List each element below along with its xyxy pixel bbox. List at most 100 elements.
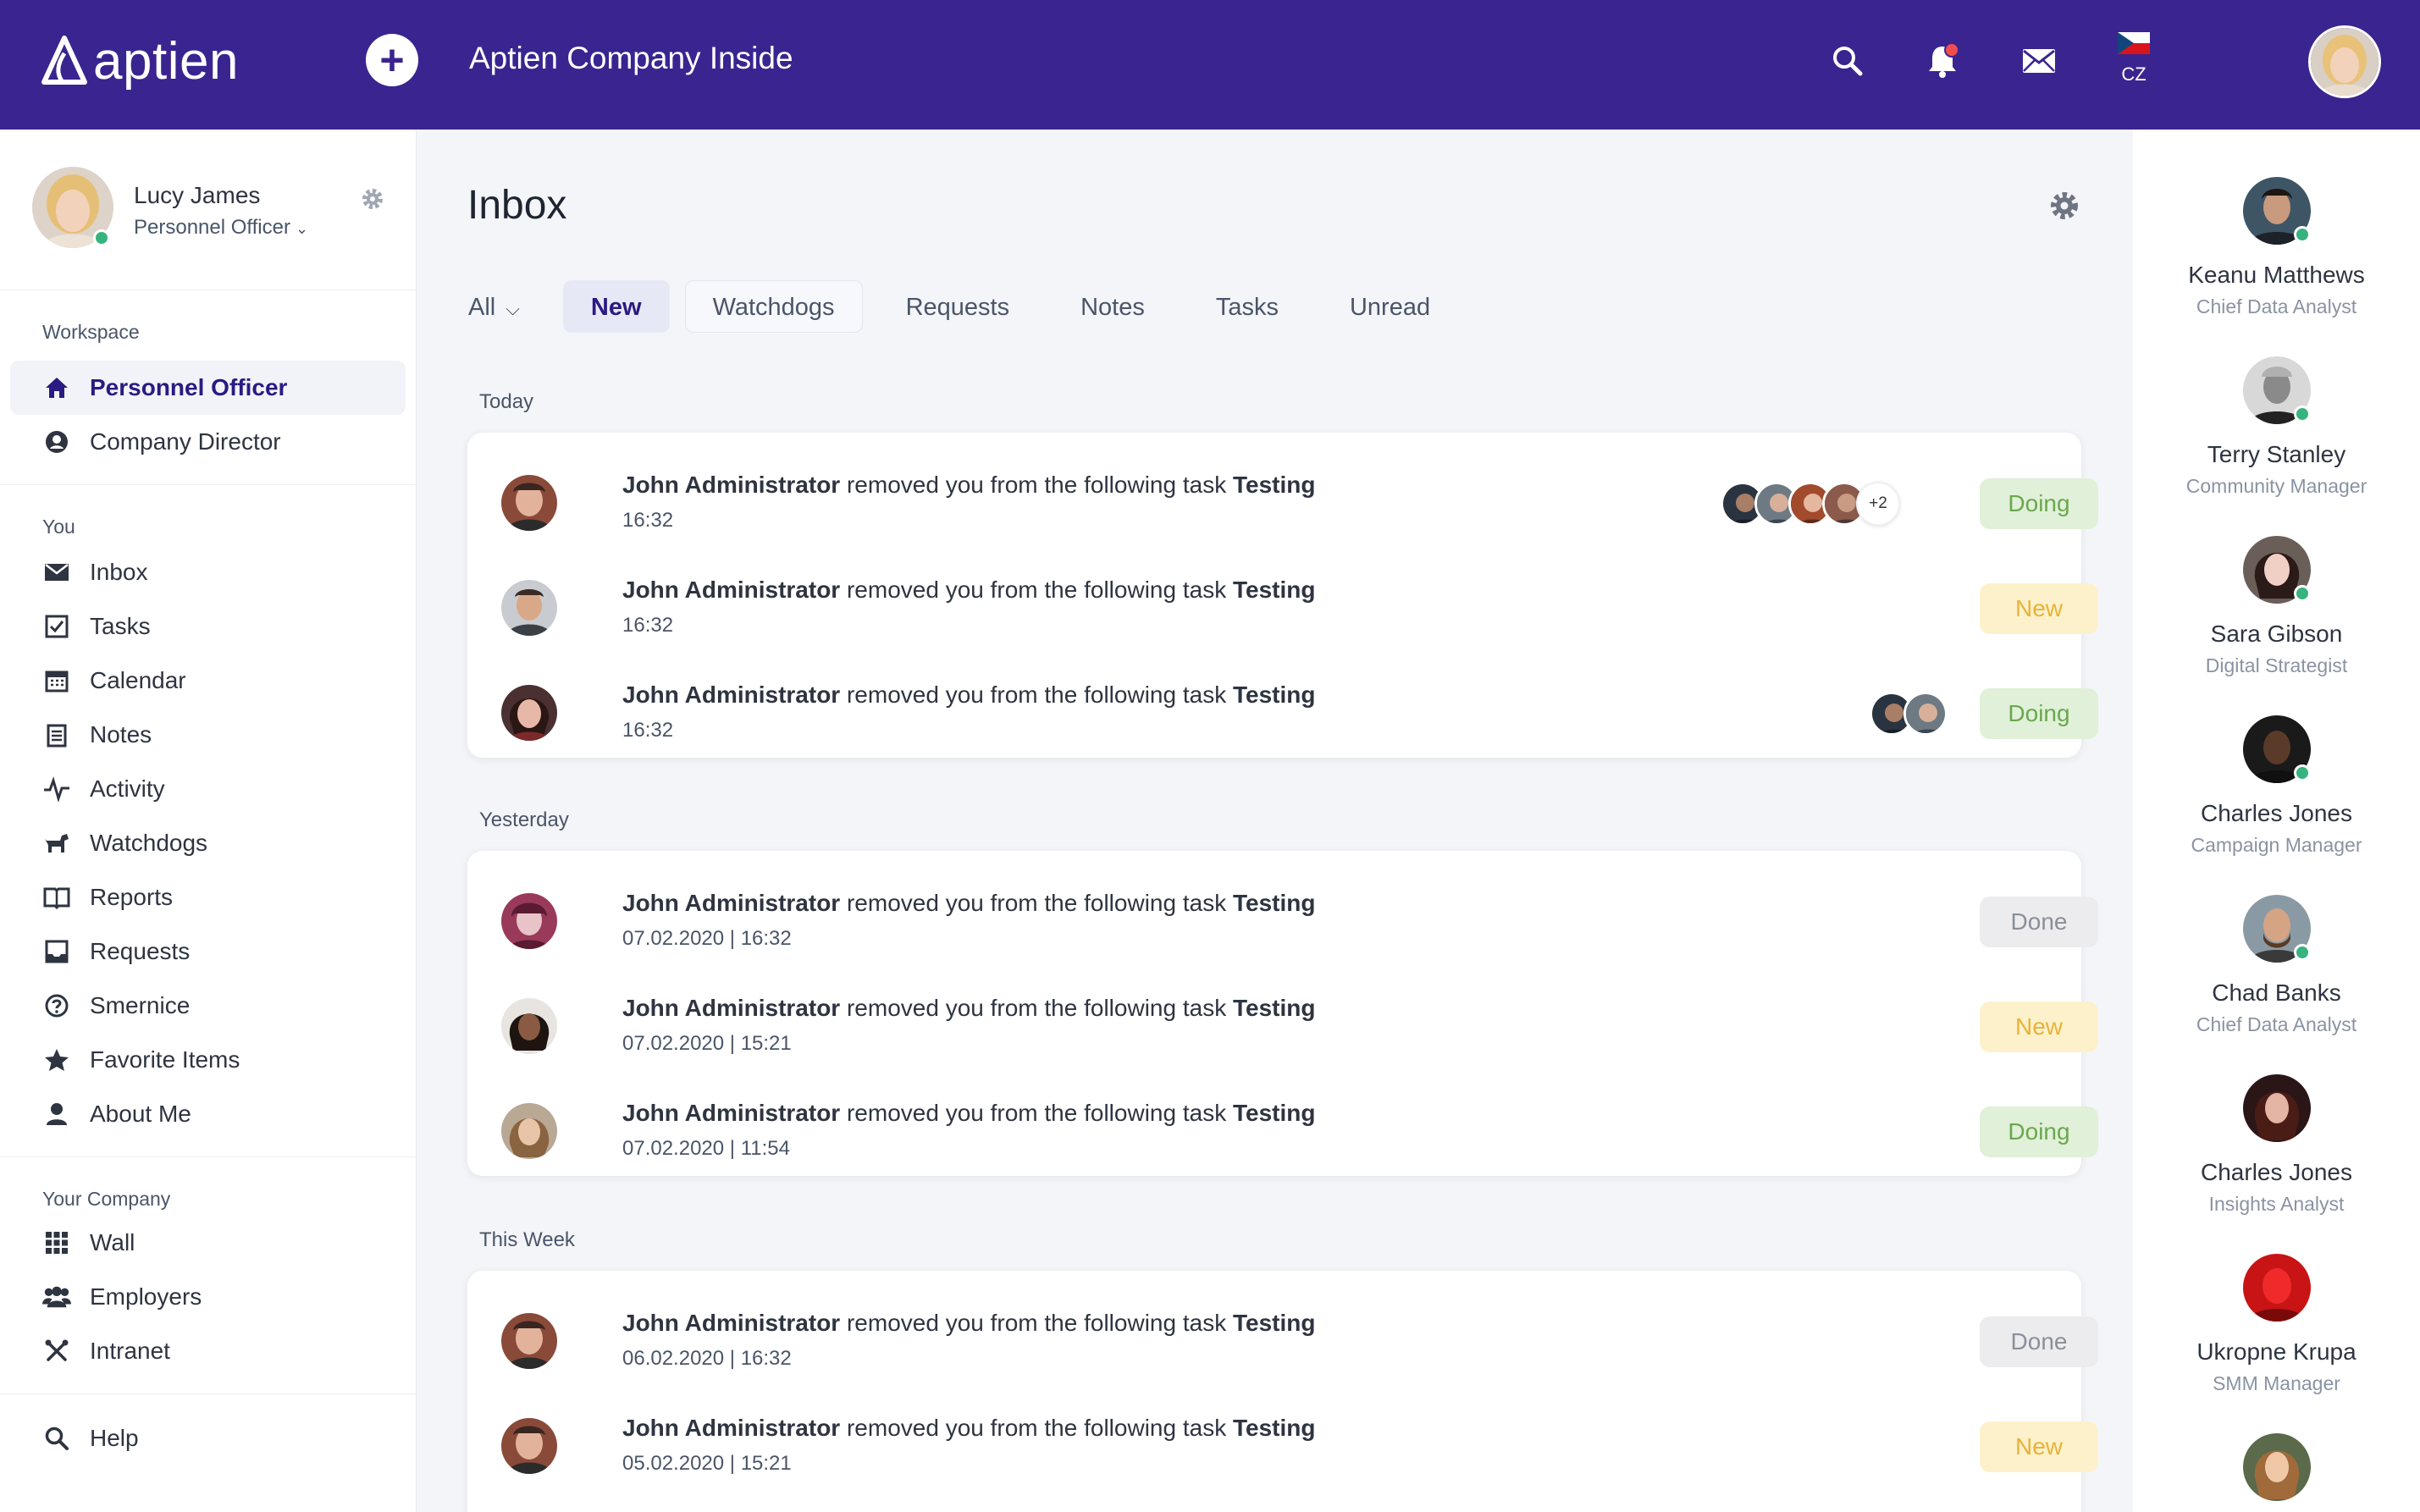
online-status-dot <box>2294 226 2311 243</box>
person-card[interactable]: Sara Gibson Digital Strategist <box>2133 536 2420 677</box>
messages-button[interactable] <box>2012 34 2066 88</box>
sidebar-item-about-me[interactable]: About Me <box>0 1087 416 1141</box>
notifications-button[interactable] <box>1915 34 1970 88</box>
message-action: removed you from the following task <box>847 577 1226 603</box>
message-task-link[interactable]: Testing <box>1233 1100 1315 1126</box>
sidebar-item-calendar[interactable]: Calendar <box>0 654 416 708</box>
tab-notes[interactable]: Notes <box>1053 280 1173 333</box>
message-task-link[interactable]: Testing <box>1233 1310 1315 1336</box>
sidebar-item-requests[interactable]: Requests <box>0 924 416 979</box>
sidebar-item-label: Activity <box>90 775 165 803</box>
people-panel: Keanu Matthews Chief Data Analyst Terry … <box>2133 130 2420 1512</box>
user-avatar[interactable] <box>2308 25 2381 98</box>
sender-avatar <box>501 1103 557 1159</box>
sidebar-item-label: Company Director <box>90 428 281 455</box>
app-title: Aptien Company Inside <box>469 41 793 76</box>
grid-icon <box>42 1228 71 1257</box>
tab-requests[interactable]: Requests <box>878 280 1038 333</box>
message-actor: John Administrator <box>622 577 840 603</box>
sidebar-item-label: Watchdogs <box>90 830 207 857</box>
profile-role-dropdown[interactable]: Personnel Officer⌄ <box>134 216 308 240</box>
participants-stack[interactable] <box>1870 692 1948 736</box>
person-card[interactable]: Charles Jones Campaign Manager <box>2133 715 2420 857</box>
online-status-dot <box>93 229 110 246</box>
person-card[interactable] <box>2133 1433 2420 1501</box>
inbox-tabs: All⌵ New Watchdogs Requests Notes Tasks … <box>467 280 1473 333</box>
sidebar-item-label: Help <box>90 1425 139 1452</box>
message-actor: John Administrator <box>622 472 840 498</box>
logo-text: aptien <box>93 31 239 91</box>
person-card[interactable]: Keanu Matthews Chief Data Analyst <box>2133 177 2420 318</box>
person-card[interactable]: Terry Stanley Community Manager <box>2133 356 2420 498</box>
person-avatar <box>2243 356 2311 424</box>
participants-stack[interactable]: +2 <box>1721 482 1900 526</box>
sidebar-item-help[interactable]: Help <box>0 1411 416 1465</box>
message-time: 07.02.2020 | 11:54 <box>622 1137 790 1161</box>
message-row[interactable]: John Administrator removed you from the … <box>467 964 2081 1069</box>
tab-watchdogs[interactable]: Watchdogs <box>685 280 863 333</box>
sidebar-item-tasks[interactable]: Tasks <box>0 599 416 654</box>
status-badge: New <box>1980 1421 2098 1472</box>
tab-unread[interactable]: Unread <box>1322 280 1458 333</box>
sender-avatar <box>501 475 557 531</box>
tab-tasks[interactable]: Tasks <box>1188 280 1307 333</box>
sidebar-item-employers[interactable]: Employers <box>0 1270 416 1324</box>
person-card[interactable]: Chad Banks Chief Data Analyst <box>2133 895 2420 1036</box>
sidebar-item-notes[interactable]: Notes <box>0 708 416 762</box>
search-button[interactable] <box>1821 34 1875 88</box>
message-task-link[interactable]: Testing <box>1233 472 1315 498</box>
message-action: removed you from the following task <box>847 890 1226 916</box>
message-action: removed you from the following task <box>847 995 1226 1021</box>
message-task-link[interactable]: Testing <box>1233 890 1315 916</box>
language-switch[interactable]: CZ <box>2113 32 2154 86</box>
person-card[interactable]: Charles Jones Insights Analyst <box>2133 1074 2420 1216</box>
message-row[interactable]: John Administrator removed you from the … <box>467 1279 2081 1384</box>
sidebar-item-activity[interactable]: Activity <box>0 762 416 816</box>
message-row[interactable]: John Administrator removed you from the … <box>467 546 2081 651</box>
person-card[interactable]: Ukropne Krupa SMM Manager <box>2133 1254 2420 1395</box>
add-button[interactable]: + <box>366 34 418 86</box>
person-name: Chad Banks <box>2133 979 2420 1007</box>
profile-card: Lucy James Personnel Officer⌄ <box>0 130 416 290</box>
search-icon <box>1831 44 1865 78</box>
person-role: Chief Data Analyst <box>2133 295 2420 318</box>
tab-all[interactable]: All⌵ <box>467 280 548 333</box>
message-task-link[interactable]: Testing <box>1233 682 1315 708</box>
sidebar-item-inbox[interactable]: Inbox <box>0 545 416 599</box>
profile-settings-gear-icon[interactable] <box>359 185 386 212</box>
message-row[interactable]: John Administrator removed you from the … <box>467 1384 2081 1489</box>
message-task-link[interactable]: Testing <box>1233 1415 1315 1441</box>
message-action: removed you from the following task <box>847 1100 1226 1126</box>
search-icon <box>42 1424 71 1453</box>
sidebar-item-watchdogs[interactable]: Watchdogs <box>0 816 416 870</box>
message-task-link[interactable]: Testing <box>1233 577 1315 603</box>
person-name: Charles Jones <box>2133 800 2420 827</box>
sidebar-item-intranet[interactable]: Intranet <box>0 1324 416 1378</box>
message-row[interactable]: John Administrator removed you from the … <box>467 651 2081 756</box>
message-row[interactable]: John Administrator removed you from the … <box>467 1069 2081 1174</box>
message-task-link[interactable]: Testing <box>1233 995 1315 1021</box>
tab-new[interactable]: New <box>563 280 670 333</box>
top-bar: aptien + Aptien Company Inside CZ <box>0 0 2420 130</box>
star-icon <box>42 1046 71 1074</box>
person-avatar <box>2243 895 2311 963</box>
sidebar-item-favorite-items[interactable]: Favorite Items <box>0 1033 416 1087</box>
inbox-settings-gear-icon[interactable] <box>2047 189 2081 223</box>
left-sidebar: Lucy James Personnel Officer⌄ Workspace … <box>0 130 417 1512</box>
calendar-icon <box>42 666 71 695</box>
help-circle-icon <box>42 991 71 1020</box>
sidebar-item-smernice[interactable]: Smernice <box>0 979 416 1033</box>
status-badge: New <box>1980 583 2098 634</box>
message-group-today: John Administrator removed you from the … <box>467 433 2081 758</box>
aptien-logo[interactable]: aptien <box>41 30 239 91</box>
sidebar-item-reports[interactable]: Reports <box>0 870 416 924</box>
sender-avatar <box>501 998 557 1054</box>
sidebar-item-company-director[interactable]: Company Director <box>0 415 416 469</box>
section-label-your-company: Your Company <box>0 1188 416 1211</box>
message-row[interactable]: John Administrator removed you from the … <box>467 859 2081 964</box>
sidebar-item-wall[interactable]: Wall <box>0 1216 416 1270</box>
sidebar-item-label: Employers <box>90 1283 202 1311</box>
sidebar-item-personnel-officer[interactable]: Personnel Officer <box>10 361 406 415</box>
message-row[interactable]: John Administrator removed you from the … <box>467 441 2081 546</box>
sender-avatar <box>501 580 557 636</box>
